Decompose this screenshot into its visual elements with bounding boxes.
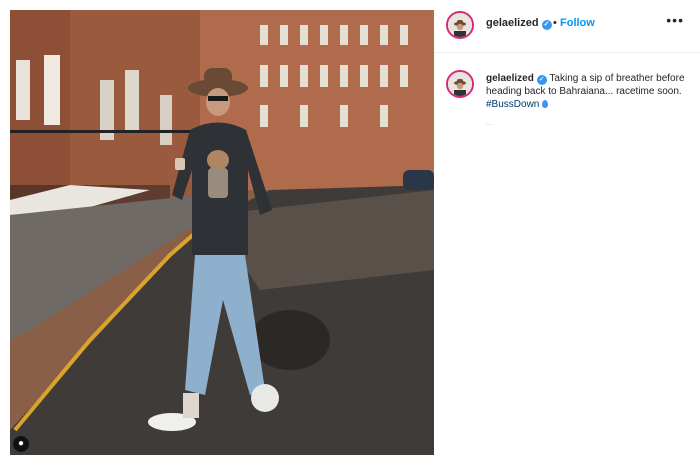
- follow-button[interactable]: Follow: [560, 17, 595, 29]
- separator-dot: •: [553, 17, 557, 29]
- post-photo[interactable]: ●: [10, 10, 434, 455]
- avatar-image: [448, 72, 472, 96]
- verified-badge-icon: ✓: [536, 75, 547, 85]
- post-header: gelaelized ✓ • Follow •••: [434, 0, 700, 53]
- avatar-image: [448, 13, 472, 37]
- street-scene: [10, 10, 434, 455]
- user-tag-icon[interactable]: ●: [13, 436, 29, 452]
- caption-username[interactable]: gelaelized: [486, 73, 534, 84]
- caption-timestamp: ...: [486, 118, 493, 127]
- avatar[interactable]: [446, 11, 474, 39]
- droplet-icon: [542, 100, 549, 108]
- hashtag-link[interactable]: #BussDown: [486, 99, 539, 110]
- instagram-post: ● gelaelized ✓ • Follow ••• gelaelized ✓…: [0, 0, 700, 465]
- caption-text: gelaelized ✓ Taking a sip of breather bef…: [486, 72, 686, 111]
- verified-badge-icon: ✓: [541, 20, 552, 30]
- caption-avatar[interactable]: [446, 70, 474, 98]
- post-side-panel: gelaelized ✓ • Follow ••• gelaelized ✓ Tak…: [434, 0, 700, 465]
- more-options-icon[interactable]: •••: [666, 12, 684, 28]
- username-text[interactable]: gelaelized: [486, 17, 539, 29]
- header-username[interactable]: gelaelized ✓: [486, 17, 552, 30]
